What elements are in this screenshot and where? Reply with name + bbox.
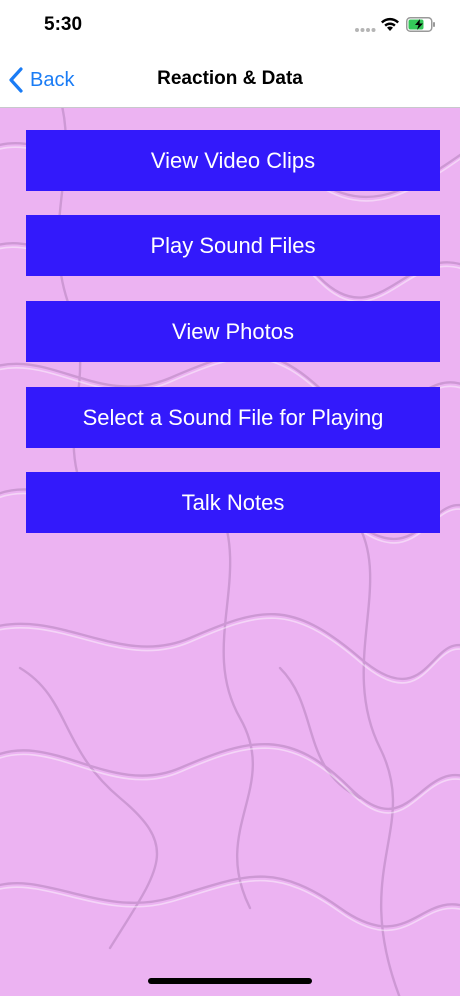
menu-content: View Video Clips Play Sound Files View P… <box>0 108 460 996</box>
select-sound-file-button[interactable]: Select a Sound File for Playing <box>26 387 440 448</box>
battery-charging-icon <box>406 17 435 32</box>
talk-notes-button[interactable]: Talk Notes <box>26 472 440 533</box>
home-indicator[interactable] <box>148 978 312 984</box>
view-photos-button[interactable]: View Photos <box>26 301 440 362</box>
play-sound-files-button[interactable]: Play Sound Files <box>26 215 440 276</box>
status-time: 5:30 <box>44 14 83 35</box>
view-video-clips-button[interactable]: View Video Clips <box>26 130 440 191</box>
wifi-icon <box>381 17 399 31</box>
page-title: Reaction & Data <box>157 68 303 89</box>
status-bar: 5:30 <box>0 0 460 50</box>
cellular-signal-icon <box>355 28 376 32</box>
navigation-bar: Back Reaction & Data <box>0 50 460 108</box>
app-screen: 5:30 Back Reaction & Data View Video Cli… <box>0 0 460 996</box>
